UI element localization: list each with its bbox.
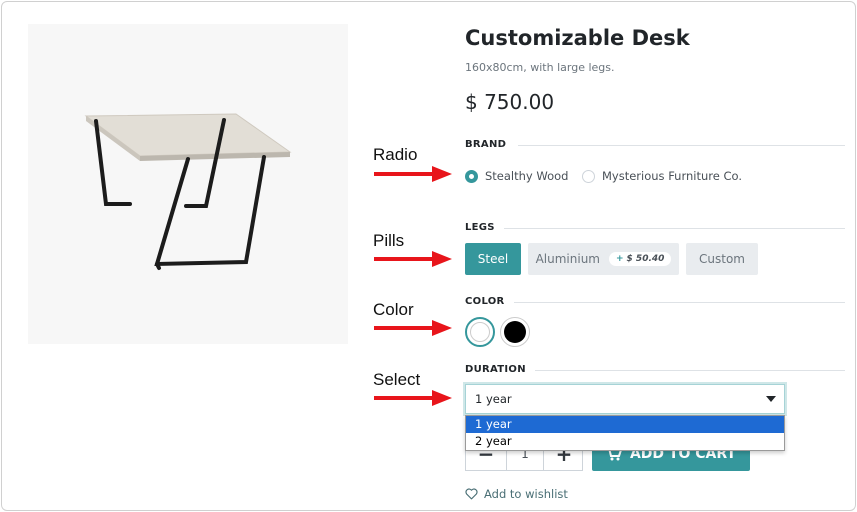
arrow-right-icon bbox=[374, 390, 452, 406]
pill-label: Aluminium bbox=[535, 252, 600, 266]
heart-icon bbox=[465, 488, 478, 500]
product-image bbox=[28, 24, 348, 344]
swatch-fill bbox=[470, 322, 490, 342]
brand-option-label: Stealthy Wood bbox=[485, 169, 569, 183]
legs-pill-steel[interactable]: Steel bbox=[465, 243, 521, 275]
legs-pill-aluminium[interactable]: Aluminium + $ 50.40 bbox=[528, 243, 679, 275]
legs-pill-custom[interactable]: Custom bbox=[686, 243, 758, 275]
arrow-right-icon bbox=[374, 166, 452, 182]
swatch-fill bbox=[504, 321, 526, 343]
legs-label: LEGS bbox=[465, 222, 495, 233]
desk-illustration bbox=[28, 24, 348, 344]
price-extra-value: $ 50.40 bbox=[626, 254, 665, 264]
duration-select[interactable]: 1 year bbox=[465, 384, 785, 414]
pill-label: Custom bbox=[699, 252, 745, 266]
legs-divider bbox=[504, 228, 845, 229]
pill-label: Steel bbox=[477, 252, 509, 266]
wishlist-label: Add to wishlist bbox=[484, 487, 568, 501]
duration-select-value: 1 year bbox=[475, 392, 512, 406]
brand-option-stealthy-wood[interactable]: Stealthy Wood bbox=[465, 169, 568, 183]
product-price: $ 750.00 bbox=[465, 90, 555, 114]
dropdown-option-1-year[interactable]: 1 year bbox=[466, 416, 784, 433]
callout-select: Select bbox=[373, 370, 421, 389]
callout-color: Color bbox=[373, 300, 414, 319]
color-label: COLOR bbox=[465, 296, 505, 307]
brand-label: BRAND bbox=[465, 139, 507, 150]
brand-option-label: Mysterious Furniture Co. bbox=[602, 169, 743, 183]
dropdown-option-2-year[interactable]: 2 year bbox=[466, 433, 784, 450]
callout-radio: Radio bbox=[373, 145, 418, 164]
product-description: 160x80cm, with large legs. bbox=[465, 61, 615, 74]
brand-option-mysterious-furniture[interactable]: Mysterious Furniture Co. bbox=[582, 169, 742, 183]
radio-unchecked-icon[interactable] bbox=[582, 169, 595, 183]
plus-icon: + bbox=[615, 254, 624, 264]
color-swatch-white[interactable] bbox=[465, 317, 495, 347]
radio-checked-icon[interactable] bbox=[465, 169, 478, 183]
arrow-right-icon bbox=[374, 320, 452, 336]
duration-dropdown: 1 year 2 year bbox=[465, 415, 785, 451]
duration-divider bbox=[535, 370, 845, 371]
add-to-wishlist-link[interactable]: Add to wishlist bbox=[465, 487, 568, 501]
callout-pills: Pills bbox=[373, 231, 405, 250]
price-extra-badge: + $ 50.40 bbox=[608, 252, 672, 266]
color-divider bbox=[514, 302, 845, 303]
caret-down-icon bbox=[766, 396, 776, 402]
duration-label: DURATION bbox=[465, 364, 526, 375]
brand-divider bbox=[518, 145, 845, 146]
arrow-right-icon bbox=[374, 251, 452, 267]
color-swatch-black[interactable] bbox=[500, 317, 530, 347]
product-title: Customizable Desk bbox=[465, 26, 690, 50]
